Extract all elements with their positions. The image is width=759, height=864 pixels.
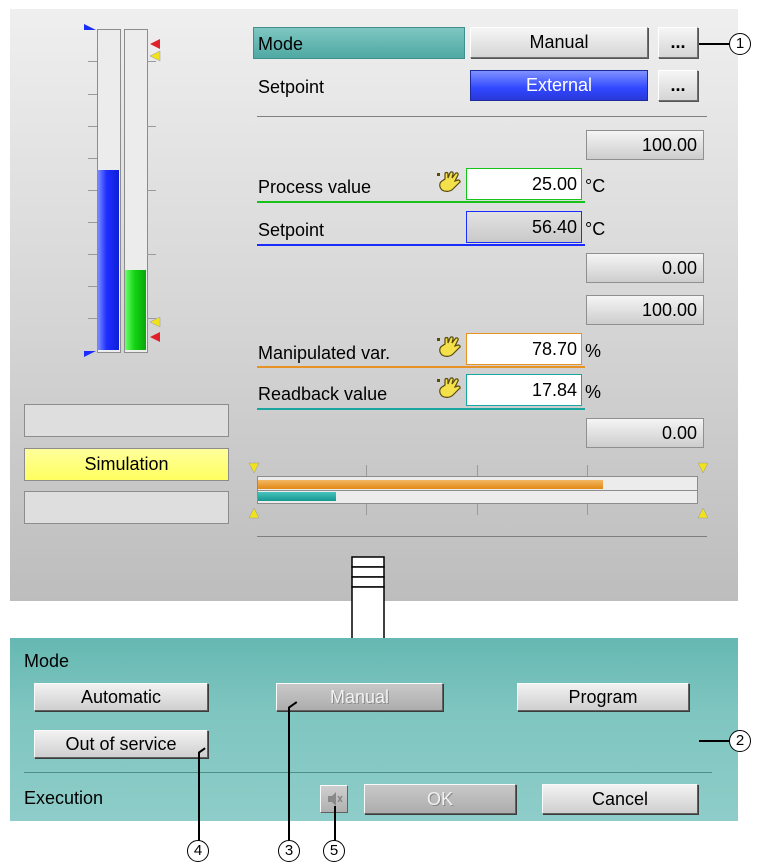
scale-tick	[587, 504, 588, 515]
mv-low-limit-value[interactable]: 0.00	[586, 418, 704, 448]
mode-value-display[interactable]: Manual	[470, 27, 648, 58]
manipulated-var-display[interactable]: 78.70	[466, 333, 582, 365]
readback-bar	[258, 492, 336, 501]
scale-tick	[366, 504, 367, 515]
readback-value-unit: %	[585, 382, 602, 402]
manipulated-var-unit: %	[585, 341, 602, 361]
callout-leader	[198, 752, 200, 842]
separator-line	[257, 536, 707, 537]
program-button[interactable]: Program	[517, 683, 689, 711]
scale-tick	[587, 465, 588, 476]
scale-tick	[88, 318, 97, 319]
scale-tick	[88, 158, 97, 159]
setpoint-unit: °C	[585, 219, 606, 239]
callout-1: 1	[729, 33, 751, 55]
readback-value-display[interactable]: 17.84	[466, 374, 582, 406]
cancel-button[interactable]: Cancel	[542, 784, 698, 814]
status-slot-empty-2	[24, 491, 229, 524]
callout-3: 3	[278, 840, 300, 862]
scale-tick	[147, 190, 156, 191]
separator-line	[24, 772, 712, 773]
ok-button[interactable]: OK	[364, 784, 516, 814]
scale-tick	[88, 126, 97, 127]
pv-high-limit-value[interactable]: 100.00	[586, 130, 704, 160]
process-value-unit: °C	[585, 176, 606, 196]
callout-4: 4	[187, 840, 209, 862]
alarm-high-marker-icon	[150, 39, 160, 49]
scale-tick	[147, 126, 156, 127]
process-value-bar	[125, 270, 146, 350]
pv-low-limit-value[interactable]: 0.00	[586, 253, 704, 283]
manipulated-var-label: Manipulated var.	[258, 343, 391, 363]
mv-low-marker-icon	[248, 507, 260, 519]
warning-low-marker-icon	[149, 316, 161, 328]
scale-tick	[88, 222, 97, 223]
process-value-label: Process value	[258, 177, 372, 197]
readback-value-label: Readback value	[258, 384, 388, 404]
execution-label: Execution	[24, 788, 104, 808]
setpoint-source-value[interactable]: External	[470, 70, 648, 101]
setpoint-underline	[257, 244, 585, 246]
setpoint-label: Setpoint	[258, 220, 325, 240]
separator-line	[257, 116, 707, 117]
high-range-marker-icon	[84, 24, 96, 30]
mv-high-marker-icon	[697, 462, 709, 474]
manual-override-hand-icon	[437, 377, 461, 398]
scale-tick	[366, 465, 367, 476]
mv-high-marker-icon	[248, 462, 260, 474]
process-value-underline	[257, 201, 585, 203]
callout-leader	[288, 707, 290, 842]
scale-tick	[88, 286, 97, 287]
mode-more-button[interactable]: ...	[658, 27, 698, 58]
automatic-button[interactable]: Automatic	[34, 683, 208, 711]
callout-leader	[699, 740, 729, 742]
mv-high-limit-value[interactable]: 100.00	[586, 295, 704, 325]
mode-panel-title: Mode	[24, 651, 70, 671]
process-value-display[interactable]: 25.00	[466, 168, 582, 200]
manipulated-var-underline	[257, 366, 585, 368]
setpoint-value-display[interactable]: 56.40	[466, 211, 582, 243]
scale-tick	[477, 465, 478, 476]
callout-leader	[334, 806, 336, 842]
scale-tick	[88, 254, 97, 255]
callout-2: 2	[729, 730, 751, 752]
mv-bar-divider	[257, 490, 698, 491]
scale-tick	[147, 254, 156, 255]
mv-low-marker-icon	[697, 507, 709, 519]
manipulated-var-bar	[258, 480, 603, 489]
setpoint-source-label: Setpoint	[258, 77, 325, 97]
callout-5: 5	[323, 840, 345, 862]
out-of-service-button[interactable]: Out of service	[34, 730, 208, 758]
warning-high-marker-icon	[149, 50, 161, 62]
low-range-marker-icon	[84, 351, 96, 357]
manual-button[interactable]: Manual	[276, 683, 443, 711]
mode-label: Mode	[258, 34, 304, 54]
scale-tick	[88, 94, 97, 95]
setpoint-bar	[98, 170, 119, 350]
manual-override-hand-icon	[437, 336, 461, 357]
scale-tick	[88, 190, 97, 191]
scale-tick	[477, 504, 478, 515]
status-slot-empty-1	[24, 404, 229, 437]
scale-tick	[88, 61, 97, 62]
simulation-status: Simulation	[24, 448, 229, 481]
callout-leader	[699, 43, 729, 45]
setpoint-more-button[interactable]: ...	[658, 70, 698, 101]
manual-override-hand-icon	[437, 171, 461, 192]
readback-value-underline	[257, 408, 585, 410]
alarm-low-marker-icon	[150, 332, 160, 342]
